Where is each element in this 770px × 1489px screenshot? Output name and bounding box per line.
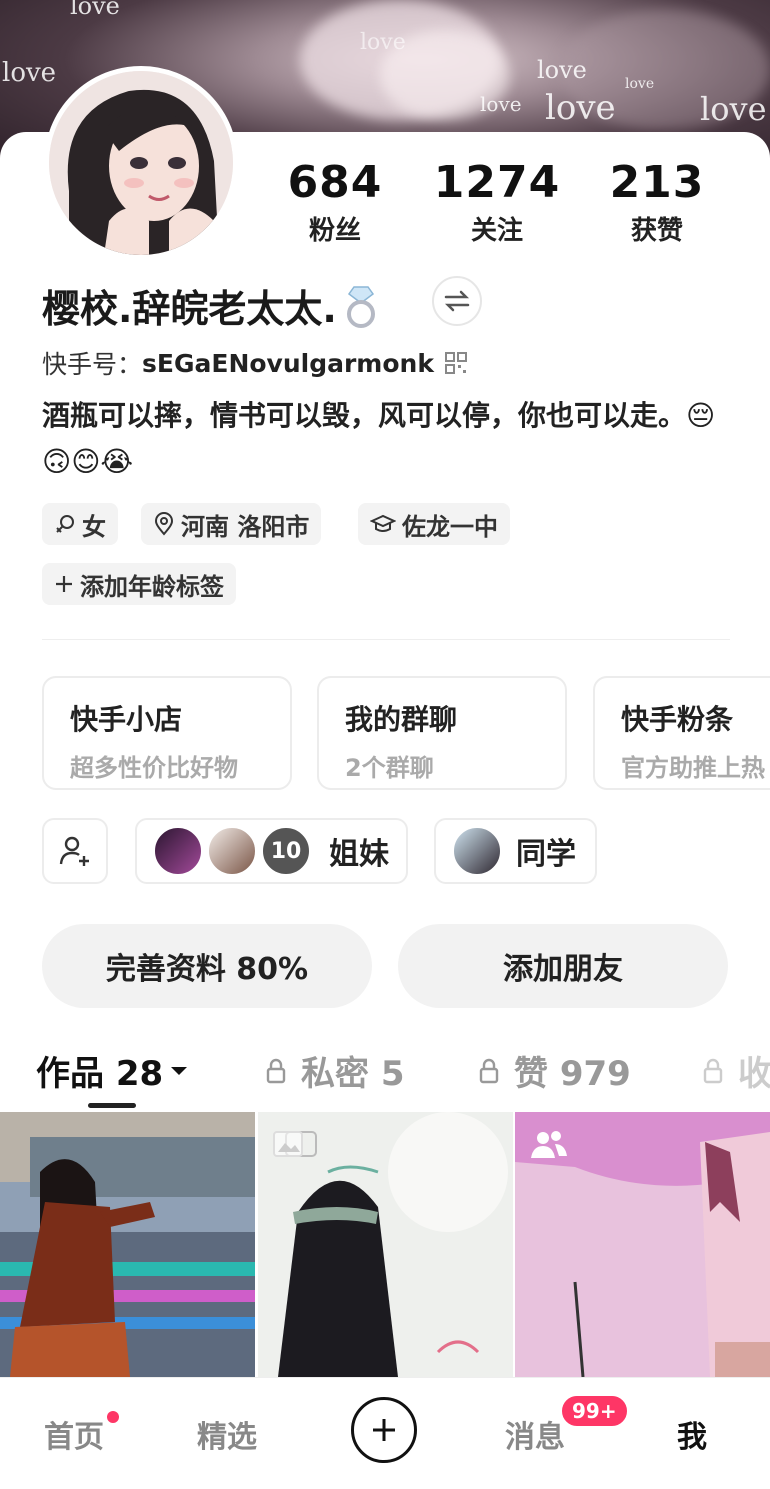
stat-likes[interactable]: 213 获赞	[577, 160, 737, 247]
nav-home[interactable]: 首页	[44, 1412, 104, 1456]
tag-gender[interactable]: 女	[42, 503, 118, 545]
group-classmates-chip[interactable]: 同学	[434, 818, 597, 884]
nickname: 樱校.辞皖老太太.	[42, 287, 337, 331]
female-icon	[56, 515, 74, 533]
member-count: 10	[270, 838, 302, 864]
nav-messages[interactable]: 消息	[505, 1412, 565, 1456]
add-age-tag-label: 添加年龄标签	[80, 572, 224, 601]
followers-label: 粉丝	[308, 216, 361, 246]
divider	[42, 639, 730, 640]
plus-icon	[56, 576, 72, 592]
content-tabs: 作品 28 私密 5 赞 979 收	[0, 1046, 770, 1106]
shop-title: 快手小店	[70, 703, 183, 736]
group-chats-card[interactable]: 我的群聊 2个群聊	[317, 676, 567, 790]
video-thumbnail[interactable]	[0, 1112, 255, 1377]
member-avatar	[452, 826, 502, 876]
stat-following[interactable]: 1274 关注	[417, 160, 577, 247]
kuaishou-id-row[interactable]: 快手号： sEGaENovulgarmonk	[42, 345, 468, 381]
tab-favorites[interactable]: 收	[702, 1046, 770, 1095]
lock-icon	[266, 1058, 286, 1083]
plus-icon	[373, 1419, 395, 1441]
bio: 酒瓶可以摔，情书可以毁，风可以停，你也可以走。😔🙃😊😭	[42, 399, 716, 478]
following-label: 关注	[470, 216, 523, 246]
active-tab-indicator	[88, 1103, 136, 1108]
add-contact-button[interactable]	[42, 818, 108, 884]
tab-favorites-label: 收	[738, 1054, 770, 1094]
likes-count: 213	[609, 157, 705, 208]
group-sisters-label: 姐妹	[329, 837, 389, 872]
kuaishou-id-label: 快手号：	[42, 350, 143, 379]
fan-boost-subtitle: 官方助推上热	[621, 754, 765, 782]
group-chats-title: 我的群聊	[345, 703, 458, 736]
swap-arrows-icon	[444, 290, 470, 312]
location-pin-icon	[154, 512, 174, 536]
banner-love-text: love	[2, 58, 57, 88]
member-avatar	[153, 826, 203, 876]
group-classmates-label: 同学	[516, 837, 576, 872]
stat-followers[interactable]: 684 粉丝	[255, 160, 415, 247]
caret-down-icon	[171, 1066, 188, 1075]
home-notification-dot	[107, 1411, 119, 1423]
qr-code-icon[interactable]	[444, 351, 468, 375]
banner-love-text: love	[360, 30, 406, 55]
tab-private-label: 私密 5	[301, 1054, 405, 1094]
member-avatar	[207, 826, 257, 876]
nav-me[interactable]: 我	[677, 1412, 707, 1456]
likes-label: 获赞	[630, 216, 683, 246]
tag-gender-label: 女	[82, 512, 106, 541]
switch-account-button[interactable]	[432, 276, 482, 326]
add-friend-button[interactable]: 添加朋友	[398, 924, 728, 1008]
banner-love-text: love	[537, 56, 587, 84]
people-icon	[531, 1131, 567, 1158]
tab-private[interactable]: 私密 5	[265, 1046, 405, 1095]
nickname-row: 樱校.辞皖老太太.	[42, 278, 381, 333]
banner-love-text: love	[545, 88, 616, 128]
following-count: 1274	[433, 157, 561, 208]
video-thumbnail[interactable]	[258, 1112, 513, 1377]
image-post-icon	[273, 1131, 303, 1157]
video-thumbnail[interactable]	[515, 1112, 770, 1377]
bottom-navigation: 首页 精选 消息 99+ 我	[0, 1377, 770, 1489]
create-post-button[interactable]	[351, 1397, 417, 1463]
nav-featured[interactable]: 精选	[197, 1412, 257, 1456]
kuaishou-id-value: sEGaENovulgarmonk	[142, 348, 434, 378]
messages-badge: 99+	[560, 1394, 629, 1428]
lock-icon	[703, 1058, 723, 1083]
stats-row: 684 粉丝 1274 关注 213 获赞	[255, 160, 770, 250]
complete-profile-button[interactable]: 完善资料 80%	[42, 924, 372, 1008]
avatar[interactable]	[44, 66, 238, 260]
banner-love-text: love	[70, 0, 120, 20]
shop-subtitle: 超多性价比好物	[70, 754, 238, 782]
banner-love-text: love	[700, 90, 767, 128]
lock-icon	[479, 1058, 499, 1083]
fan-boost-title: 快手粉条	[621, 703, 734, 736]
school-cap-icon	[370, 514, 396, 532]
add-age-tag-button[interactable]: 添加年龄标签	[42, 563, 236, 605]
tag-location[interactable]: 河南 洛阳市	[141, 503, 322, 545]
group-sisters-chip[interactable]: 10 姐妹	[135, 818, 408, 884]
followers-count: 684	[287, 157, 383, 208]
banner-love-text: love	[625, 76, 655, 92]
add-user-icon	[59, 836, 89, 866]
kuaishou-shop-card[interactable]: 快手小店 超多性价比好物	[42, 676, 292, 790]
tab-liked[interactable]: 赞 979	[478, 1046, 631, 1095]
fan-boost-card[interactable]: 快手粉条 官方助推上热	[593, 676, 770, 790]
member-count-avatar: 10	[261, 826, 311, 876]
tag-location-label: 河南 洛阳市	[181, 512, 310, 541]
tag-school-label: 佐龙一中	[402, 512, 498, 541]
ring-icon	[346, 285, 375, 328]
banner-love-text: love	[480, 92, 522, 116]
group-chats-subtitle: 2个群聊	[345, 754, 434, 782]
tag-school[interactable]: 佐龙一中	[358, 503, 510, 545]
tab-liked-label: 赞 979	[514, 1054, 631, 1094]
tab-works[interactable]: 作品 28	[36, 1046, 189, 1095]
tab-works-label: 作品 28	[36, 1054, 164, 1094]
